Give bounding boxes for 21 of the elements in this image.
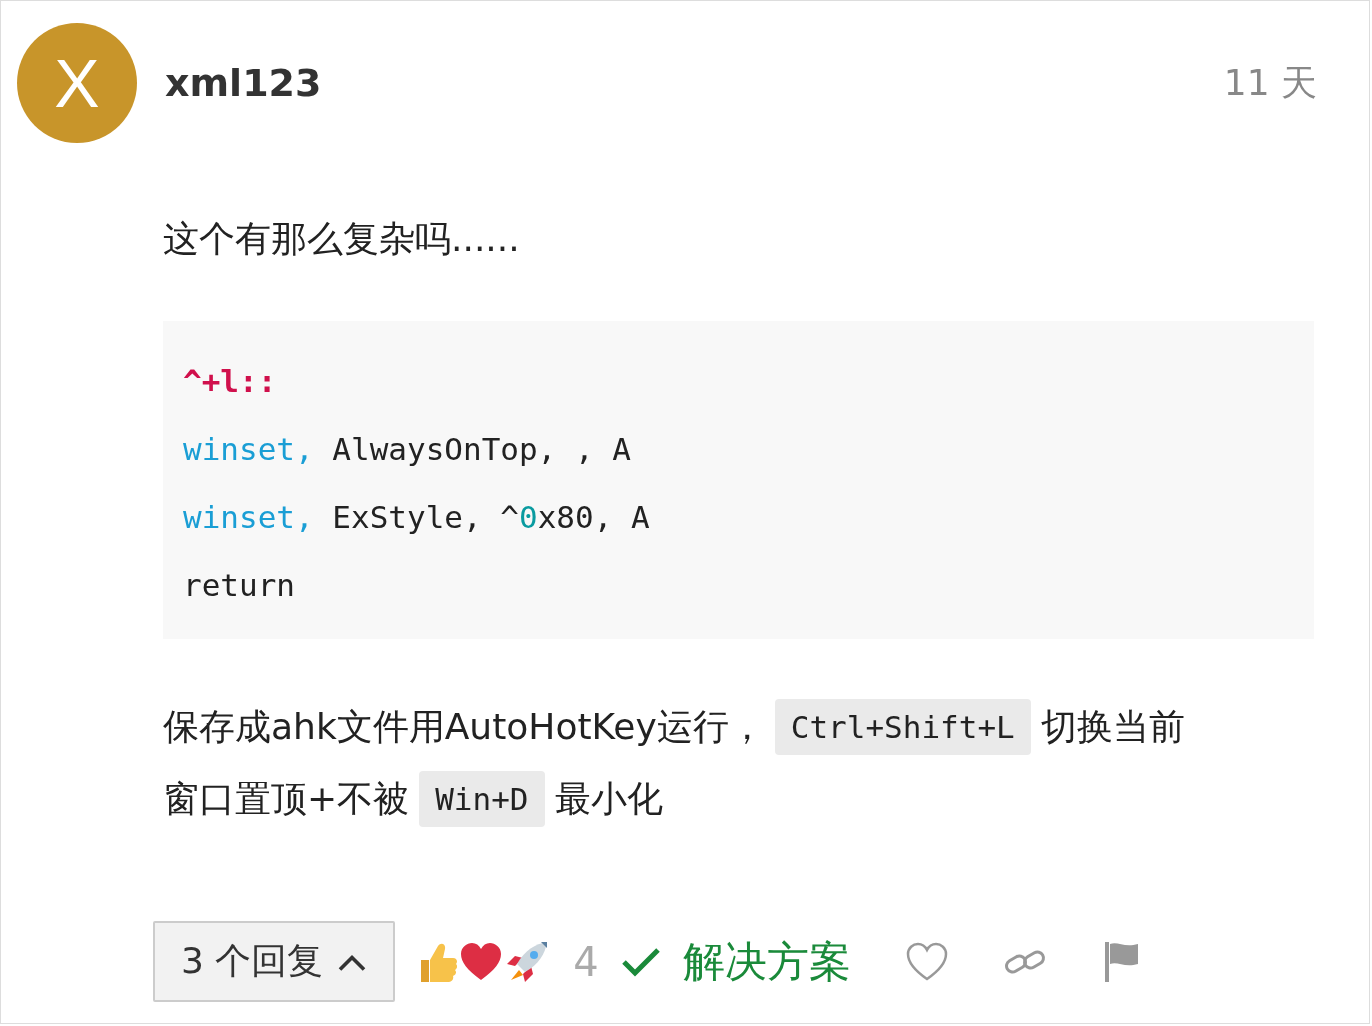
replies-button[interactable]: 3 个回复 (153, 921, 396, 1002)
rocket-icon[interactable] (505, 939, 550, 984)
post-text: 这个有那么复杂吗...... (163, 217, 521, 261)
post-text: 保存成ahk文件用AutoHotKey运行， (163, 704, 765, 749)
username[interactable]: xml123 (165, 61, 1224, 105)
code-line: ^+l:: (183, 362, 277, 401)
post-time: 11 天 (1223, 60, 1317, 105)
caret-icon (337, 952, 368, 971)
solution-button[interactable]: 解决方案 (620, 933, 851, 990)
inline-code: Win+D (419, 771, 545, 827)
heart-icon[interactable] (459, 941, 504, 982)
post-text: 最小化 (554, 776, 663, 821)
reaction-count: 4 (573, 938, 599, 985)
inline-code: Ctrl+Shift+L (774, 699, 1031, 755)
code-line: winset, AlwaysOnTop, , A (183, 430, 631, 469)
heart-icon[interactable] (904, 941, 949, 982)
code-line: return (183, 566, 295, 605)
code-line: winset, ExStyle, ^0x80, A (183, 498, 650, 537)
post-text: 窗口置顶+不被 (163, 776, 410, 821)
check-icon (620, 946, 661, 977)
post-text: 切换当前 (1040, 704, 1185, 749)
